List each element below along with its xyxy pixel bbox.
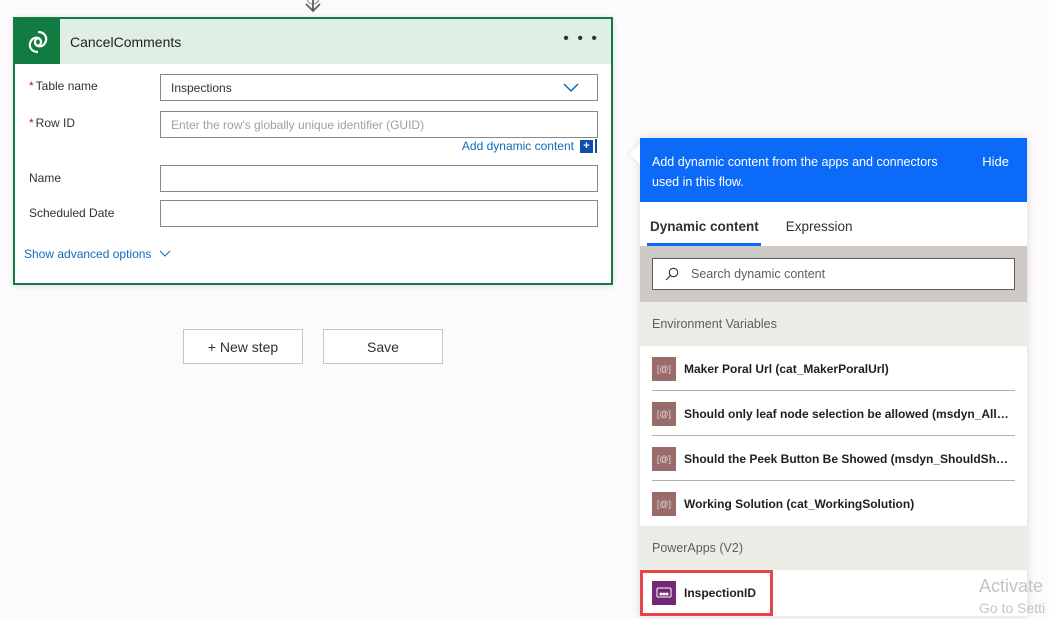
- plus-bar-divider: [595, 139, 597, 153]
- tab-expression[interactable]: Expression: [786, 219, 853, 246]
- list-item[interactable]: [@] Should the Peek Button Be Showed (ms…: [640, 436, 1027, 481]
- plus-icon: +: [580, 139, 593, 153]
- list-item[interactable]: [@] Should only leaf node selection be a…: [640, 391, 1027, 436]
- ellipsis-icon[interactable]: • • •: [563, 30, 599, 48]
- list-item-label: Should the Peek Button Be Showed (msdyn_…: [684, 451, 1014, 466]
- list-item-label: Maker Poral Url (cat_MakerPoralUrl): [684, 361, 889, 376]
- environment-variable-icon: [@]: [652, 446, 676, 471]
- section-powerapps: PowerApps (V2): [640, 526, 1027, 570]
- table-name-value: Inspections: [171, 80, 232, 95]
- table-name-label: * Table name: [29, 79, 98, 93]
- search-icon: [665, 267, 679, 281]
- chevron-down-icon: [563, 83, 579, 93]
- row-id-label: * Row ID: [29, 116, 76, 130]
- search-input[interactable]: Search dynamic content: [652, 258, 1015, 290]
- row-id-placeholder: Enter the row's globally unique identifi…: [171, 117, 425, 132]
- panel-tabs: Dynamic content Expression: [640, 202, 1027, 246]
- add-dynamic-content-link[interactable]: Add dynamic content +: [462, 139, 597, 153]
- new-step-button[interactable]: + New step: [183, 329, 303, 364]
- chevron-down-icon: [160, 250, 171, 257]
- card-title: CancelComments: [70, 33, 182, 50]
- activation-watermark: Activate Go to Setti: [979, 575, 1045, 619]
- list-item-label: Should only leaf node selection be allow…: [684, 406, 1014, 421]
- list-item-label: Working Solution (cat_WorkingSolution): [684, 496, 915, 511]
- show-advanced-options-link[interactable]: Show advanced options: [24, 247, 171, 261]
- dataverse-icon: [15, 19, 60, 64]
- watermark-line1: Activate: [979, 576, 1044, 596]
- show-advanced-label: Show advanced options: [24, 247, 152, 261]
- panel-header-text: Add dynamic content from the apps and co…: [652, 155, 938, 189]
- dynamic-content-panel: Add dynamic content from the apps and co…: [640, 138, 1027, 616]
- environment-variable-icon: [@]: [652, 401, 676, 426]
- section-environment-variables: Environment Variables: [640, 302, 1027, 346]
- save-button[interactable]: Save: [323, 329, 443, 364]
- list-item[interactable]: [@] Maker Poral Url (cat_MakerPoralUrl): [640, 346, 1027, 391]
- environment-variable-icon: [@]: [652, 491, 676, 516]
- tab-dynamic-content[interactable]: Dynamic content: [647, 219, 761, 246]
- search-placeholder: Search dynamic content: [691, 267, 826, 281]
- environment-variable-icon: [@]: [652, 356, 676, 381]
- name-label: Name: [29, 171, 62, 185]
- panel-header: Add dynamic content from the apps and co…: [640, 138, 1027, 202]
- connector-arrow-icon: [305, 0, 321, 13]
- scheduled-date-label: Scheduled Date: [29, 206, 115, 220]
- add-dynamic-content-label: Add dynamic content: [461, 139, 574, 153]
- list-item[interactable]: [@] Working Solution (cat_WorkingSolutio…: [640, 481, 1027, 526]
- panel-pointer: [629, 143, 640, 165]
- hide-button[interactable]: Hide: [982, 152, 1009, 172]
- table-name-dropdown[interactable]: Inspections: [160, 74, 598, 101]
- scheduled-date-input[interactable]: [160, 200, 598, 227]
- action-card: CancelComments • • • * Table name Inspect…: [13, 17, 613, 285]
- search-area: Search dynamic content: [640, 246, 1027, 302]
- card-header[interactable]: CancelComments • • •: [15, 19, 611, 64]
- name-input[interactable]: [160, 165, 598, 192]
- highlight-box: [640, 570, 773, 616]
- row-id-input[interactable]: Enter the row's globally unique identifi…: [160, 111, 598, 138]
